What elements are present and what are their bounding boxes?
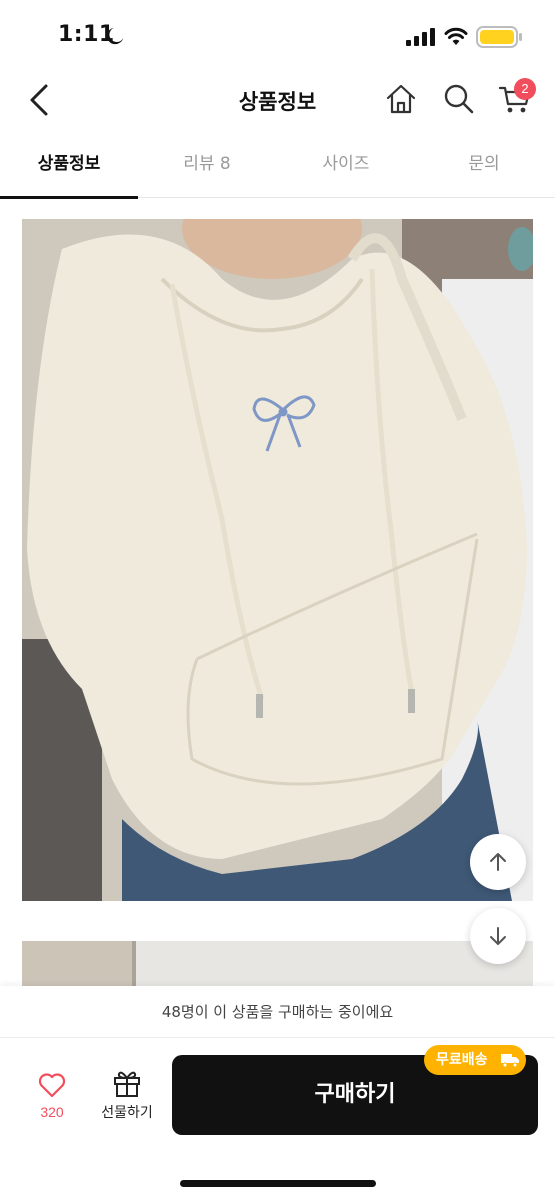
- like-button[interactable]: 320: [28, 1072, 76, 1130]
- truck-icon: [501, 1054, 519, 1068]
- arrow-down-icon: [490, 927, 506, 945]
- heart-icon: [38, 1073, 66, 1098]
- home-icon[interactable]: [384, 82, 418, 116]
- wifi-icon: [444, 27, 468, 45]
- status-bar: 1:11: [0, 0, 555, 70]
- free-shipping-badge: 무료배송: [424, 1045, 526, 1075]
- top-header: 상품정보: [0, 70, 555, 130]
- gift-label: 선물하기: [101, 1105, 153, 1121]
- arrow-up-icon: [490, 853, 506, 871]
- home-indicator: [180, 1180, 376, 1187]
- gift-button[interactable]: 선물하기: [92, 1068, 162, 1130]
- free-shipping-label: 무료배송: [436, 1052, 488, 1068]
- tab-inquiry[interactable]: 문의: [415, 140, 553, 198]
- battery-icon: [476, 26, 522, 48]
- search-icon[interactable]: [442, 82, 476, 116]
- tab-size[interactable]: 사이즈: [277, 140, 415, 198]
- product-tabs: 상품정보 리뷰 8 사이즈 문의: [0, 140, 555, 199]
- gift-icon: [114, 1071, 140, 1097]
- moon-icon: [106, 27, 124, 45]
- cart-count-badge: 2: [514, 78, 536, 100]
- tab-product-info[interactable]: 상품정보: [0, 140, 138, 199]
- cellular-signal-icon: [406, 28, 435, 46]
- product-image: [22, 219, 533, 901]
- tab-reviews[interactable]: 리뷰 8: [138, 140, 276, 198]
- hoodie-photo: [22, 219, 533, 901]
- scroll-down-button[interactable]: [470, 908, 526, 964]
- like-count: 320: [40, 1104, 64, 1120]
- buying-now-notice: 48명이 이 상품을 구매하는 중이에요: [0, 986, 555, 1038]
- scroll-top-button[interactable]: [470, 834, 526, 890]
